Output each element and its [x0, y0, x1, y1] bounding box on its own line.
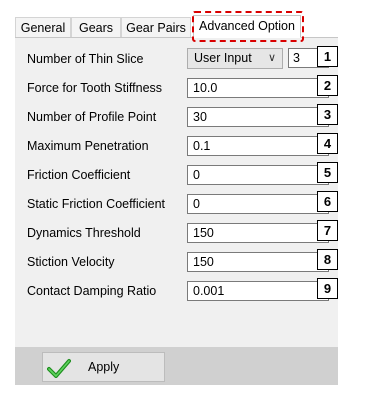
force-for-tooth-stiffness-input[interactable]: 10.0: [187, 78, 329, 98]
maximum-penetration-label: Maximum Penetration: [27, 139, 149, 153]
tab-gears[interactable]: Gears: [71, 17, 121, 37]
chevron-down-icon: ∨: [267, 52, 276, 64]
advanced-option-panel: Number of Thin Slice User Input ∨ 3 Forc…: [15, 37, 338, 385]
force-for-tooth-stiffness-label: Force for Tooth Stiffness: [27, 81, 163, 95]
thin-slice-mode-select[interactable]: User Input ∨: [187, 48, 283, 69]
stiction-velocity-label: Stiction Velocity: [27, 255, 115, 269]
tab-general[interactable]: General: [15, 17, 71, 37]
dynamics-threshold-label: Dynamics Threshold: [27, 226, 141, 240]
maximum-penetration-input[interactable]: 0.1: [187, 136, 329, 156]
marker-2: 2: [317, 75, 338, 96]
apply-label: Apply: [88, 360, 120, 374]
marker-1: 1: [317, 46, 338, 67]
marker-6: 6: [317, 191, 338, 212]
thin-slice-mode-value: User Input: [194, 51, 252, 65]
apply-button[interactable]: Apply: [42, 352, 165, 382]
tab-gear-pairs[interactable]: Gear Pairs: [121, 17, 191, 37]
number-of-profile-point-label: Number of Profile Point: [27, 110, 157, 124]
friction-coefficient-label: Friction Coefficient: [27, 168, 131, 182]
stiction-velocity-input[interactable]: 150: [187, 252, 329, 272]
static-friction-coefficient-label: Static Friction Coefficient: [27, 197, 166, 211]
number-of-thin-slice-label: Number of Thin Slice: [27, 52, 144, 66]
marker-9: 9: [317, 278, 338, 299]
marker-5: 5: [317, 162, 338, 183]
marker-4: 4: [317, 133, 338, 154]
contact-damping-ratio-label: Contact Damping Ratio: [27, 284, 157, 298]
marker-8: 8: [317, 249, 338, 270]
friction-coefficient-input[interactable]: 0: [187, 165, 329, 185]
marker-7: 7: [317, 220, 338, 241]
check-icon: [47, 359, 71, 378]
static-friction-coefficient-input[interactable]: 0: [187, 194, 329, 214]
contact-damping-ratio-input[interactable]: 0.001: [187, 281, 329, 301]
marker-3: 3: [317, 104, 338, 125]
active-tab-highlight: [192, 11, 304, 42]
number-of-profile-point-input[interactable]: 30: [187, 107, 329, 127]
dynamics-threshold-input[interactable]: 150: [187, 223, 329, 243]
